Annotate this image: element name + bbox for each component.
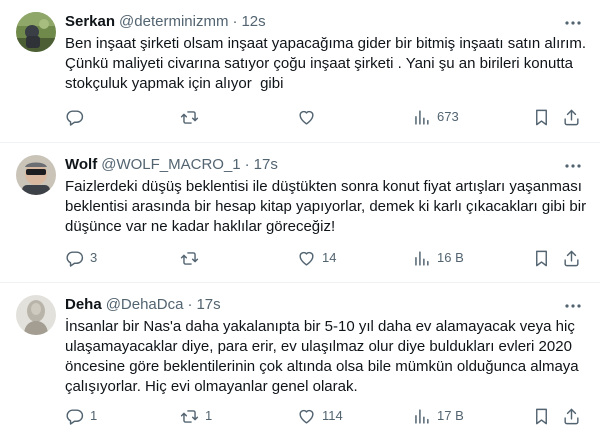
more-icon[interactable] [564,157,582,175]
bookmark-icon [536,109,547,125]
retweet-count: 1 [205,408,213,423]
retweet-button[interactable]: 1 [180,406,212,426]
tweet-text: Faizlerdeki düşüş beklentisi ile düştükt… [65,178,591,235]
tweet-header: Serkan @determinizmm · 12s [65,12,584,32]
bookmark-button[interactable] [532,406,551,426]
bookmark-icon [536,250,547,266]
user-handle[interactable]: @WOLF_MACRO_1 [101,155,240,175]
bookmark-button[interactable] [532,107,551,127]
avatar-image [16,295,56,335]
tweet-header: Wolf @WOLF_MACRO_1 · 17s [65,155,584,175]
reply-count: 3 [90,250,98,265]
reply-button[interactable]: 3 [65,248,97,268]
share-button[interactable] [562,406,581,426]
heart-icon [299,251,314,266]
share-icon [564,109,579,125]
views-icon [415,250,429,266]
reply-button[interactable] [65,107,90,127]
views-icon [415,408,429,424]
heart-icon [299,110,314,125]
reply-icon [66,109,84,126]
reply-icon [66,408,84,425]
reply-button[interactable]: 1 [65,406,97,426]
display-name[interactable]: Deha [65,295,102,315]
retweet-button[interactable] [180,107,205,127]
action-bar: 673 [65,107,584,127]
tweet-content: Deha @DehaDca · 17s İnsanlar bir Nas'a d… [65,295,584,397]
views-button[interactable]: 673 [412,107,459,127]
share-icon [564,408,579,424]
more-icon[interactable] [564,297,582,315]
user-handle[interactable]: @determinizmm [119,12,228,32]
timestamp[interactable]: 17s [254,155,278,175]
avatar[interactable] [16,155,56,195]
views-button[interactable]: 16 B [412,248,464,268]
like-button[interactable]: 14 [297,248,336,268]
share-button[interactable] [562,107,581,127]
retweet-icon [180,251,199,265]
tweet[interactable]: Deha @DehaDca · 17s İnsanlar bir Nas'a d… [0,283,600,441]
separator-dot: · [232,13,238,30]
reply-count: 1 [90,408,98,423]
separator-dot: · [244,156,250,173]
bookmark-icon [536,408,547,424]
tweet-header: Deha @DehaDca · 17s [65,295,584,315]
like-count: 114 [322,408,343,423]
like-button[interactable]: 114 [297,406,343,426]
retweet-button[interactable] [180,248,205,268]
tweet-text: İnsanlar bir Nas'a daha yakalanıpta bir … [65,318,583,395]
timestamp[interactable]: 17s [196,295,220,315]
views-icon [415,109,429,125]
retweet-icon [180,110,199,124]
retweet-icon [180,409,199,423]
tweet-content: Serkan @determinizmm · 12s Ben inşaat şi… [65,12,591,94]
bookmark-button[interactable] [532,248,551,268]
separator-dot: · [187,296,193,313]
heart-icon [299,409,314,424]
tweet[interactable]: Wolf @WOLF_MACRO_1 · 17s Faizlerdeki düş… [0,143,600,283]
views-button[interactable]: 17 B [412,406,464,426]
more-icon[interactable] [564,14,582,32]
avatar[interactable] [16,295,56,335]
views-count: 17 B [437,408,464,423]
avatar-image [16,12,56,52]
timestamp[interactable]: 12s [241,12,265,32]
display-name[interactable]: Wolf [65,155,97,175]
tweet[interactable]: Serkan @determinizmm · 12s Ben inşaat şi… [0,0,600,143]
reply-icon [66,250,84,267]
views-count: 16 B [437,250,464,265]
tweet-content: Wolf @WOLF_MACRO_1 · 17s Faizlerdeki düş… [65,155,591,237]
like-count: 14 [322,250,337,265]
display-name[interactable]: Serkan [65,12,115,32]
share-icon [564,250,579,266]
user-handle[interactable]: @DehaDca [106,295,184,315]
tweet-text: Ben inşaat şirketi olsam inşaat yapacağı… [65,35,591,92]
avatar-image [16,155,56,195]
views-count: 673 [437,109,459,124]
avatar[interactable] [16,12,56,52]
action-bar: 3 14 16 B [65,248,584,268]
share-button[interactable] [562,248,581,268]
action-bar: 1 1 114 17 B [65,406,584,426]
like-button[interactable] [297,107,322,127]
